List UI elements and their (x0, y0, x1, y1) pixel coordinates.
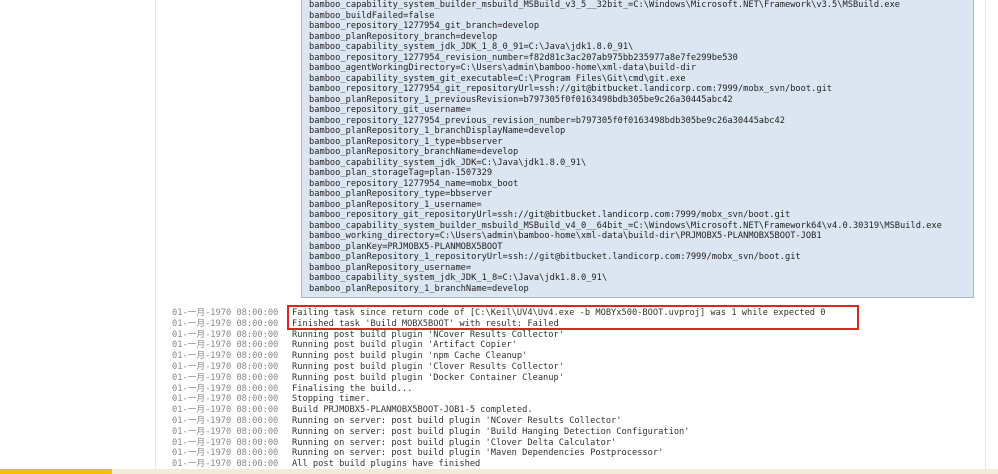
env-variable-line: bamboo_plan_storageTag=plan-1507329 (309, 168, 493, 178)
env-variable-line: bamboo_capability_system_builder_msbuild… (309, 220, 942, 231)
bottom-scroll-thumb[interactable] (0, 469, 112, 474)
log-row: 01-一月-1970 08:00:00 Running post build pl… (172, 362, 982, 373)
env-variable-line: bamboo_capability_system_builder_msbuild… (309, 0, 901, 10)
log-timestamp: 01-一月-1970 08:00:00 (172, 405, 279, 416)
log-row: 01-一月-1970 08:00:00 Stopping timer. (172, 394, 982, 405)
log-row: 01-一月-1970 08:00:00 Running post build pl… (172, 340, 982, 351)
env-variable-line: bamboo_planRepository_1_username= (309, 199, 482, 210)
log-message: Running post build plugin 'npm Cache Cle… (292, 351, 528, 362)
env-variable-line: bamboo_planRepository_1_previousRevision… (309, 94, 733, 105)
log-timestamp: 01-一月-1970 08:00:00 (172, 308, 279, 318)
log-message: Running post build plugin 'NCover Result… (292, 329, 564, 340)
log-message: Running on server: post build plugin 'Cl… (292, 437, 617, 448)
environment-variables-panel: bamboo_capability_system_builder_msbuild… (301, 0, 974, 298)
env-variable-line: bamboo_capability_system_jdk_JDK=C:\Java… (309, 157, 587, 168)
env-variable-line: bamboo_repository_git_repositoryUrl=ssh:… (309, 210, 791, 220)
log-timestamp: 01-一月-1970 08:00:00 (172, 448, 279, 459)
env-variable-line: bamboo_agentWorkingDirectory=C:\Users\ad… (309, 63, 697, 73)
env-variable-line: bamboo_planRepository_1_branchName=devel… (309, 283, 529, 294)
log-row: 01-一月-1970 08:00:00 Build PRJMOBX5-PLANMO… (172, 405, 982, 416)
log-message: Running on server: post build plugin 'Ma… (292, 448, 664, 459)
env-variable-line: bamboo_planRepository_branch=develop (309, 31, 498, 42)
log-row: 01-一月-1970 08:00:00 Running post build pl… (172, 373, 982, 384)
log-timestamp: 01-一月-1970 08:00:00 (172, 351, 279, 362)
log-timestamp: 01-一月-1970 08:00:00 (172, 415, 279, 426)
log-message: Running post build plugin 'Artifact Copi… (292, 340, 517, 351)
log-message: Running post build plugin 'Docker Contai… (292, 372, 564, 383)
log-row: 01-一月-1970 08:00:00 Running on server: po… (172, 416, 982, 427)
log-frame-left-border (155, 0, 156, 470)
env-variable-line: bamboo_planRepository_1_repositoryUrl=ss… (309, 252, 801, 262)
env-variable-line: bamboo_repository_1277954_previous_revis… (309, 115, 785, 126)
log-row: 01-一月-1970 08:00:00 Running on server: po… (172, 438, 982, 449)
log-row: 01-一月-1970 08:00:00 Running post build pl… (172, 330, 982, 341)
log-row: 01-一月-1970 08:00:00 Finalising the build.… (172, 384, 982, 395)
env-variable-line: bamboo_working_directory=C:\Users\admin\… (309, 231, 822, 241)
env-variable-line: bamboo_capability_system_jdk_JDK_1_8_0_9… (309, 42, 634, 52)
log-message: Stopping timer. (292, 394, 371, 405)
env-variable-line: bamboo_capability_system_git_executable=… (309, 73, 686, 84)
env-variable-line: bamboo_repository_1277954_git_repository… (309, 84, 833, 94)
env-variable-line: bamboo_planRepository_1_type=bbserver (309, 136, 503, 147)
error-highlight-box (287, 305, 859, 330)
log-message: Finalising the build... (292, 383, 413, 394)
log-timestamp: 01-一月-1970 08:00:00 (172, 340, 279, 351)
env-variable-line: bamboo_repository_1277954_git_branch=dev… (309, 21, 540, 31)
log-timestamp: 01-一月-1970 08:00:00 (172, 329, 279, 340)
env-variable-line: bamboo_capability_system_jdk_JDK_1_8=C:\… (309, 273, 608, 283)
env-variable-line: bamboo_repository_git_username= (309, 105, 472, 115)
log-timestamp: 01-一月-1970 08:00:00 (172, 437, 279, 448)
build-log: 01-一月-1970 08:00:00 Failing task since re… (172, 308, 982, 470)
log-message: Running on server: post build plugin 'NC… (292, 415, 622, 426)
log-row: 01-一月-1970 08:00:00 Running post build pl… (172, 351, 982, 362)
env-variable-line: bamboo_repository_1277954_revision_numbe… (309, 52, 738, 63)
log-timestamp: 01-一月-1970 08:00:00 (172, 394, 279, 405)
log-frame-right-border (985, 0, 986, 470)
env-variable-line: bamboo_planRepository_1_branchDisplayNam… (309, 126, 566, 136)
env-variable-line: bamboo_planRepository_type=bbserver (309, 189, 493, 199)
log-row: 01-一月-1970 08:00:00 Running on server: po… (172, 448, 982, 459)
log-timestamp: 01-一月-1970 08:00:00 (172, 383, 279, 394)
env-variable-line: bamboo_planRepository_username= (309, 262, 472, 273)
env-variable-line: bamboo_repository_1277954_name=mobx_boot (309, 178, 519, 189)
log-message: Running post build plugin 'Clover Result… (292, 361, 564, 372)
log-timestamp: 01-一月-1970 08:00:00 (172, 426, 279, 437)
env-variable-line: bamboo_planRepository_branchName=develop (309, 147, 519, 157)
log-message: Build PRJMOBX5-PLANMOBX5BOOT-JOB1-5 comp… (292, 405, 533, 416)
log-message: Running on server: post build plugin 'Bu… (292, 426, 690, 437)
log-timestamp: 01-一月-1970 08:00:00 (172, 372, 279, 383)
log-timestamp: 01-一月-1970 08:00:00 (172, 361, 279, 372)
log-timestamp: 01-一月-1970 08:00:00 (172, 318, 279, 329)
env-variable-line: bamboo_buildFailed=false (309, 10, 435, 21)
log-row: 01-一月-1970 08:00:00 Running on server: po… (172, 427, 982, 438)
bottom-scroll-track[interactable] (0, 469, 998, 474)
env-variable-line: bamboo_planKey=PRJMOBX5-PLANMOBX5BOOT (309, 241, 503, 252)
